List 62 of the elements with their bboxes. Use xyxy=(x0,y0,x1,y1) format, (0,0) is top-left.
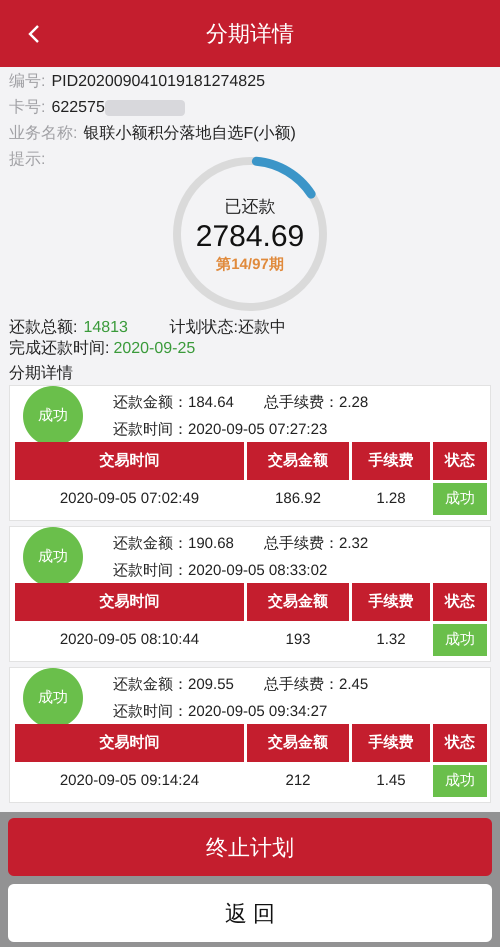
time-value: 2020-09-05 09:34:27 xyxy=(188,702,328,722)
column-header: 手续费 xyxy=(352,724,430,762)
amount-label: 还款金额： xyxy=(113,675,188,695)
time-value: 2020-09-05 08:33:02 xyxy=(188,561,328,581)
table-cell-text: 1.45 xyxy=(375,770,407,791)
table-cell-text: 2020-09-05 09:14:24 xyxy=(58,770,200,791)
column-header: 交易金额 xyxy=(247,583,349,621)
time-value: 2020-09-05 07:27:23 xyxy=(188,420,328,440)
amount-value: 184.64 xyxy=(188,393,235,413)
total-value: 14813 xyxy=(83,318,129,338)
column-header: 状态 xyxy=(433,442,487,480)
amount-label: 还款金额： xyxy=(113,393,188,413)
paid-caption: 已还款 xyxy=(224,196,276,218)
fee-label: 总手续费： xyxy=(264,534,339,554)
table-cell-text: 1.32 xyxy=(375,630,407,650)
field-label: 卡号: xyxy=(9,98,46,118)
field-label: 业务名称: xyxy=(9,124,78,144)
fee-value: 2.28 xyxy=(339,393,368,413)
field-label: 编号: xyxy=(9,72,46,92)
amount-value: 190.68 xyxy=(188,534,235,554)
fee-label: 总手续费： xyxy=(264,675,339,695)
table-cell-text: 1.28 xyxy=(375,488,407,509)
table-cell-text: 2020-09-05 08:10:44 xyxy=(58,630,200,650)
amount-label: 还款金额： xyxy=(113,534,188,554)
field-label: 提示: xyxy=(9,150,46,170)
plan-status: 计划状态:还款中 xyxy=(169,318,286,338)
amount-value: 209.55 xyxy=(188,675,235,695)
table-cell-text: 193 xyxy=(284,630,312,650)
section-title: 分期详情 xyxy=(9,364,74,384)
return-button[interactable]: 返 回 xyxy=(8,884,492,942)
table-cell-text: 186.92 xyxy=(274,488,322,509)
period-text: 第14/97期 xyxy=(216,254,284,274)
total-label: 还款总额: xyxy=(9,318,78,338)
status-tag: 成功 xyxy=(433,624,487,656)
page-title: 分期详情 xyxy=(206,20,294,48)
fee-value: 2.32 xyxy=(339,534,368,554)
time-label: 还款时间： xyxy=(113,561,188,581)
column-header: 交易时间 xyxy=(15,583,244,621)
status-tag: 成功 xyxy=(433,483,487,515)
column-header: 状态 xyxy=(433,583,487,621)
field-value: 622575 xyxy=(51,98,105,118)
column-header: 交易时间 xyxy=(15,724,244,762)
fee-label: 总手续费： xyxy=(264,393,339,413)
back-icon xyxy=(28,25,40,43)
stop-plan-button[interactable]: 终止计划 xyxy=(8,818,492,876)
field-value: PID202009041019181274825 xyxy=(51,72,265,92)
column-header: 交易金额 xyxy=(247,442,349,480)
status-tag: 成功 xyxy=(433,765,487,797)
column-header: 状态 xyxy=(433,724,487,762)
table-cell-text: 2020-09-05 07:02:49 xyxy=(58,488,200,509)
time-label: 还款时间： xyxy=(113,702,188,722)
paid-amount: 2784.69 xyxy=(196,220,304,254)
finish-value: 2020-09-25 xyxy=(113,339,196,359)
column-header: 交易时间 xyxy=(15,442,244,480)
column-header: 交易金额 xyxy=(247,724,349,762)
column-header: 手续费 xyxy=(352,442,430,480)
time-label: 还款时间： xyxy=(113,420,188,440)
table-cell-text: 212 xyxy=(284,770,312,791)
finish-label: 完成还款时间: xyxy=(9,338,110,359)
field-value: 银联小额积分落地自选F(小额) xyxy=(83,124,296,144)
column-header: 手续费 xyxy=(352,583,430,621)
fee-value: 2.45 xyxy=(339,675,368,695)
